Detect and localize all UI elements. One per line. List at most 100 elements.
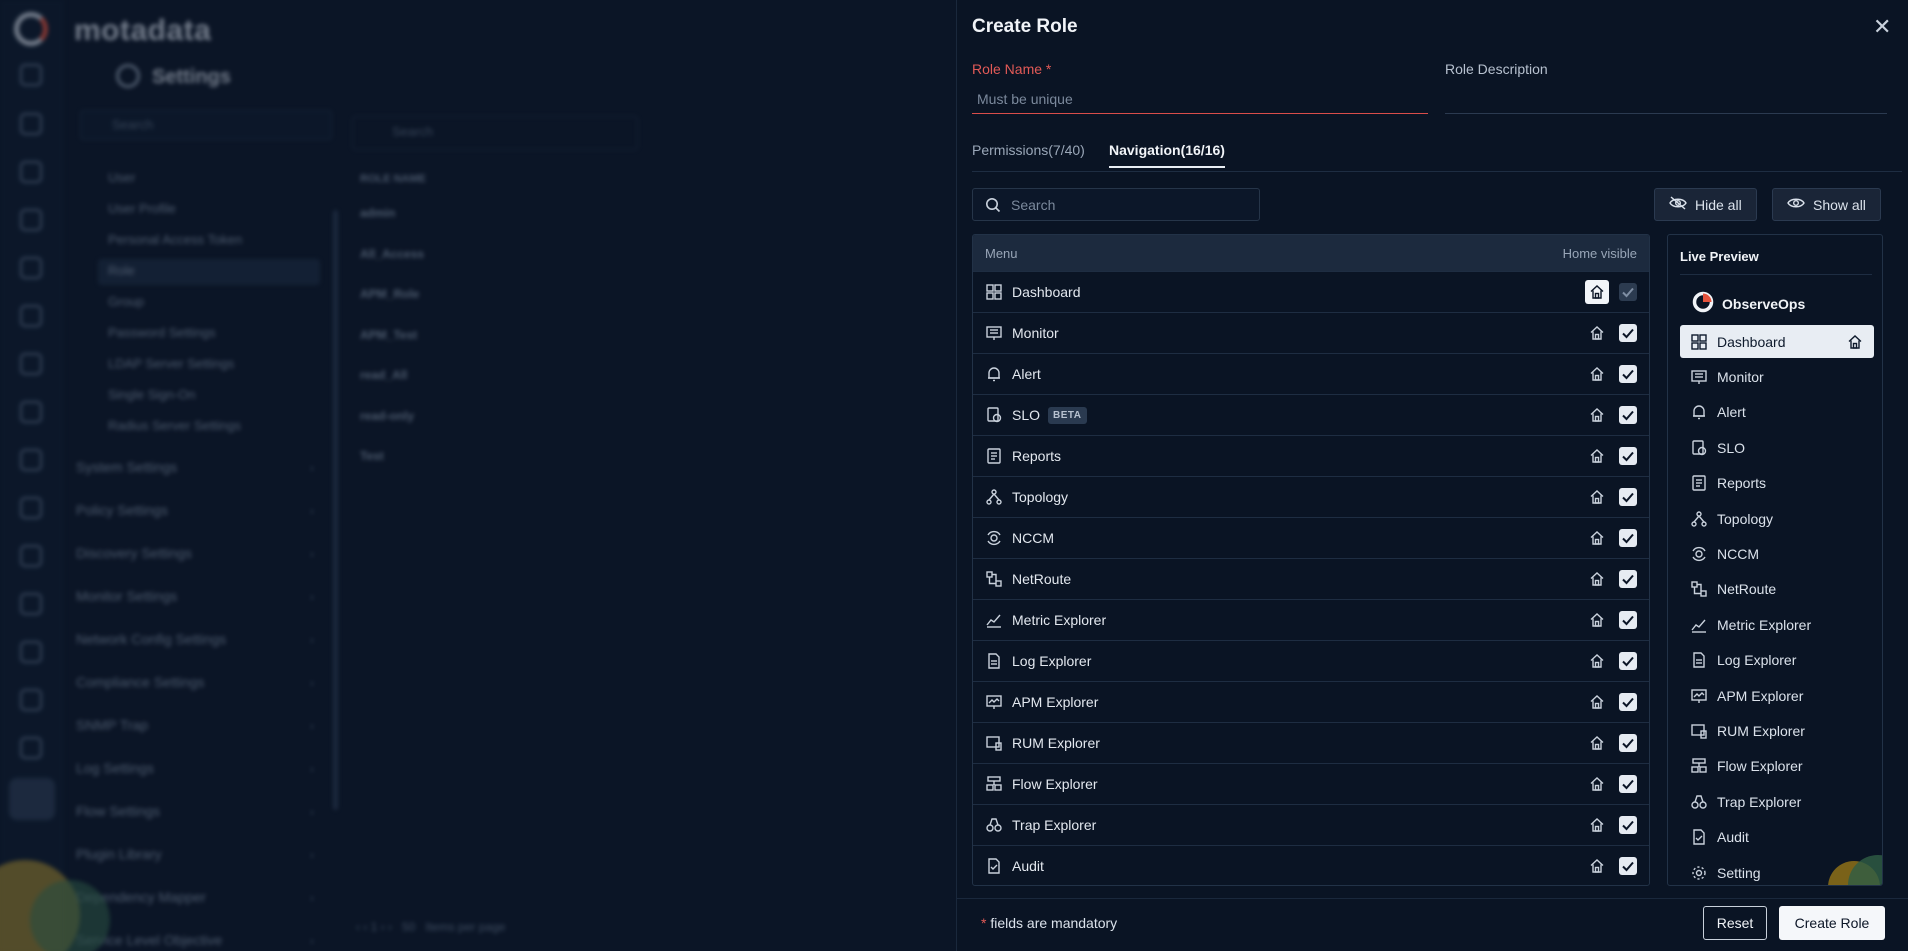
roles-column-header[interactable]: ROLE NAME: [360, 173, 426, 185]
rail-nav-icon[interactable]: [20, 257, 42, 279]
rail-nav-icon[interactable]: [20, 161, 42, 183]
rail-settings-active[interactable]: [9, 778, 55, 820]
settings-section[interactable]: Discovery Settings: [76, 545, 192, 561]
rail-nav-icon[interactable]: [20, 305, 42, 327]
settings-section[interactable]: SNMP Trap: [76, 717, 148, 733]
home-icon[interactable]: [1585, 690, 1609, 714]
visible-checkbox[interactable]: [1619, 652, 1637, 670]
role-description-input[interactable]: [1445, 84, 1887, 114]
preview-nav-item[interactable]: Dashboard: [1680, 325, 1874, 358]
preview-nav-item[interactable]: RUM Explorer: [1680, 714, 1874, 747]
role-name-input[interactable]: [972, 84, 1428, 114]
visible-checkbox[interactable]: [1619, 570, 1637, 588]
preview-nav-item[interactable]: NCCM: [1680, 537, 1874, 570]
rail-nav-icon[interactable]: [20, 64, 42, 86]
visible-checkbox[interactable]: [1619, 406, 1637, 424]
preview-nav-item[interactable]: Alert: [1680, 396, 1874, 429]
navigation-search[interactable]: [972, 188, 1260, 221]
rail-nav-icon[interactable]: [20, 545, 42, 567]
rail-nav-icon[interactable]: [20, 401, 42, 423]
preview-nav-item[interactable]: Flow Explorer: [1680, 750, 1874, 783]
settings-submenu-item[interactable]: Role: [108, 263, 135, 278]
settings-submenu-item[interactable]: Personal Access Token: [108, 232, 242, 247]
close-icon[interactable]: ✕: [1873, 16, 1891, 38]
settings-section[interactable]: Flow Settings: [76, 803, 160, 819]
preview-nav-item[interactable]: APM Explorer: [1680, 679, 1874, 712]
settings-section[interactable]: System Settings: [76, 459, 177, 475]
preview-nav-item[interactable]: Metric Explorer: [1680, 608, 1874, 641]
settings-section[interactable]: Plugin Library: [76, 846, 162, 862]
home-icon[interactable]: [1585, 854, 1609, 878]
visible-checkbox[interactable]: [1619, 857, 1637, 875]
preview-nav-item[interactable]: SLO: [1680, 431, 1874, 464]
settings-submenu-item[interactable]: LDAP Server Settings: [108, 356, 234, 371]
preview-nav-item[interactable]: Trap Explorer: [1680, 785, 1874, 818]
preview-nav-item[interactable]: Topology: [1680, 502, 1874, 535]
navigation-search-input[interactable]: [1011, 196, 1251, 214]
visible-checkbox[interactable]: [1619, 734, 1637, 752]
preview-nav-item[interactable]: Audit: [1680, 821, 1874, 854]
home-icon[interactable]: [1585, 485, 1609, 509]
preview-nav-item[interactable]: NetRoute: [1680, 573, 1874, 606]
rail-nav-icon[interactable]: [20, 737, 42, 759]
visible-checkbox[interactable]: [1619, 324, 1637, 342]
role-row[interactable]: All_Access: [360, 247, 424, 261]
home-icon[interactable]: [1585, 813, 1609, 837]
hide-all-button[interactable]: Hide all: [1654, 188, 1757, 221]
show-all-button[interactable]: Show all: [1772, 188, 1881, 221]
visible-checkbox[interactable]: [1619, 488, 1637, 506]
settings-section[interactable]: Network Config Settings: [76, 631, 226, 647]
visible-checkbox[interactable]: [1619, 775, 1637, 793]
settings-section[interactable]: Policy Settings: [76, 502, 168, 518]
scrollbar[interactable]: [333, 210, 338, 810]
visible-checkbox[interactable]: [1619, 816, 1637, 834]
pager-size[interactable]: 50: [402, 920, 415, 934]
role-row[interactable]: admin: [360, 206, 395, 220]
settings-submenu-item[interactable]: Group: [108, 294, 144, 309]
settings-submenu-item[interactable]: Radius Server Settings: [108, 418, 241, 433]
home-icon[interactable]: [1585, 567, 1609, 591]
visible-checkbox[interactable]: [1619, 283, 1637, 301]
home-icon[interactable]: [1585, 444, 1609, 468]
home-icon[interactable]: [1585, 403, 1609, 427]
visible-checkbox[interactable]: [1619, 611, 1637, 629]
reset-button[interactable]: Reset: [1703, 906, 1767, 940]
rail-nav-icon[interactable]: [20, 113, 42, 135]
settings-section[interactable]: Log Settings: [76, 760, 154, 776]
home-icon[interactable]: [1585, 280, 1609, 304]
settings-submenu-item[interactable]: User: [108, 170, 135, 185]
visible-checkbox[interactable]: [1619, 693, 1637, 711]
create-role-button[interactable]: Create Role: [1779, 906, 1885, 940]
rail-nav-icon[interactable]: [20, 641, 42, 663]
rail-nav-icon[interactable]: [20, 353, 42, 375]
tab-navigation[interactable]: Navigation(16/16): [1109, 142, 1225, 168]
visible-checkbox[interactable]: [1619, 529, 1637, 547]
home-icon[interactable]: [1585, 362, 1609, 386]
rail-nav-icon[interactable]: [20, 209, 42, 231]
preview-nav-item[interactable]: Log Explorer: [1680, 644, 1874, 677]
settings-submenu-item[interactable]: User Profile: [108, 201, 176, 216]
rail-nav-icon[interactable]: [20, 689, 42, 711]
tab-permissions[interactable]: Permissions(7/40): [972, 142, 1085, 166]
role-row[interactable]: read-only: [360, 409, 414, 423]
home-icon[interactable]: [1585, 526, 1609, 550]
rail-nav-icon[interactable]: [20, 449, 42, 471]
preview-nav-item[interactable]: Reports: [1680, 467, 1874, 500]
role-row[interactable]: read_All: [360, 368, 407, 382]
role-row[interactable]: APM_Role: [360, 287, 419, 301]
home-icon[interactable]: [1585, 772, 1609, 796]
visible-checkbox[interactable]: [1619, 365, 1637, 383]
role-row[interactable]: Test: [360, 449, 384, 463]
home-icon[interactable]: [1585, 608, 1609, 632]
home-icon[interactable]: [1585, 321, 1609, 345]
preview-nav-item[interactable]: Monitor: [1680, 360, 1874, 393]
pager[interactable]: ‹ ‹ 1 › › 50 Items per page: [356, 920, 505, 934]
rail-nav-icon[interactable]: [20, 593, 42, 615]
role-row[interactable]: APM_Test: [360, 328, 417, 342]
settings-submenu-item[interactable]: Password Settings: [108, 325, 216, 340]
settings-section[interactable]: Monitor Settings: [76, 588, 177, 604]
home-icon[interactable]: [1585, 649, 1609, 673]
home-icon[interactable]: [1585, 731, 1609, 755]
rail-nav-icon[interactable]: [20, 497, 42, 519]
settings-submenu-item[interactable]: Single Sign-On: [108, 387, 195, 402]
